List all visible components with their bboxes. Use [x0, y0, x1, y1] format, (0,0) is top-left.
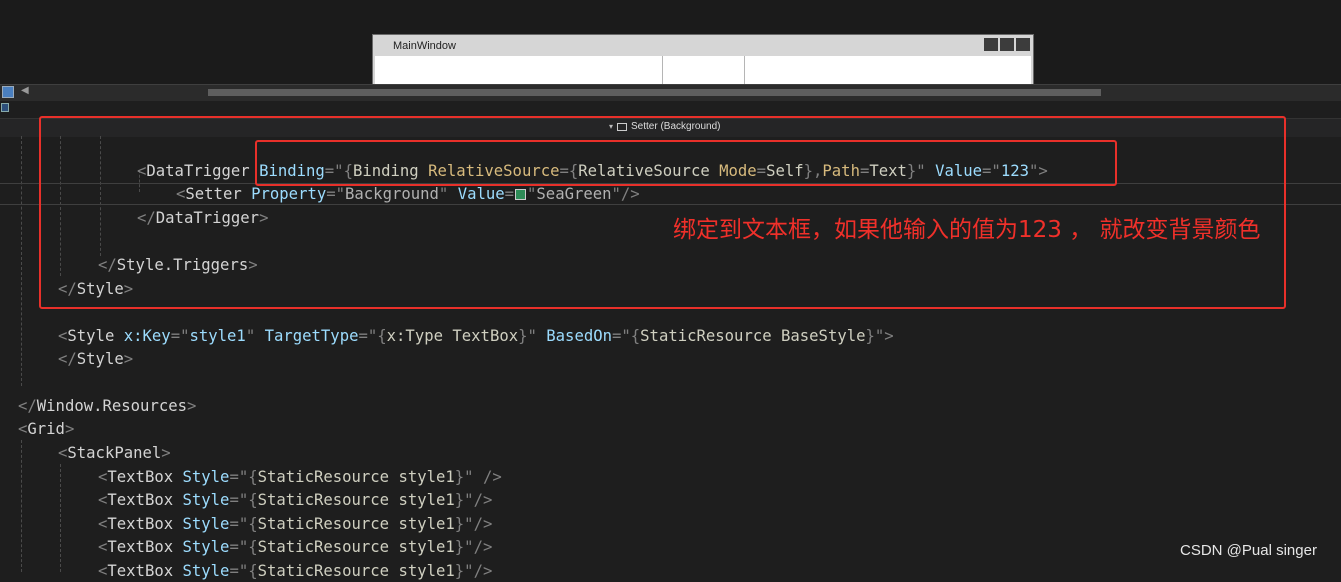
- annotation-note: 绑定到文本框，如果他输入的值为123 ， 就改变背景颜色: [673, 217, 1261, 243]
- textbox-divider: [744, 56, 745, 85]
- scrollbar-thumb[interactable]: [208, 89, 1101, 96]
- code-line[interactable]: <Style x:Key="style1" TargetType="{x:Typ…: [58, 325, 894, 347]
- indent-guide: [21, 136, 22, 386]
- indent-guide: [60, 464, 61, 572]
- designer-window-preview[interactable]: MainWindow: [372, 34, 1034, 85]
- code-line[interactable]: <TextBox Style="{StaticResource style1}"…: [98, 560, 492, 582]
- code-line[interactable]: <TextBox Style="{StaticResource style1}"…: [98, 513, 492, 535]
- window-client-area[interactable]: [375, 56, 1031, 85]
- minimize-icon: [984, 38, 998, 51]
- code-line[interactable]: </Window.Resources>: [18, 395, 196, 417]
- highlight-box-binding: [255, 140, 1117, 186]
- designer-horizontal-scrollbar[interactable]: ◀: [0, 84, 1341, 101]
- code-line[interactable]: <StackPanel>: [58, 442, 171, 464]
- code-line[interactable]: <TextBox Style="{StaticResource style1}"…: [98, 466, 502, 488]
- close-icon: [1016, 38, 1030, 51]
- watermark: CSDN @Pual singer: [1180, 542, 1317, 559]
- code-line[interactable]: </Style>: [58, 348, 133, 370]
- swap-panes-button[interactable]: [0, 101, 10, 115]
- window-caption-buttons: [984, 38, 1030, 51]
- split-view-icon[interactable]: [2, 86, 14, 98]
- window-title: MainWindow: [393, 40, 456, 52]
- indent-guide: [21, 440, 22, 572]
- maximize-icon: [1000, 38, 1014, 51]
- code-line[interactable]: <Grid>: [18, 418, 74, 440]
- textbox-divider: [662, 56, 663, 85]
- code-line[interactable]: <TextBox Style="{StaticResource style1}"…: [98, 536, 492, 558]
- code-line[interactable]: <TextBox Style="{StaticResource style1}"…: [98, 489, 492, 511]
- scroll-left-arrow-icon[interactable]: ◀: [21, 85, 29, 96]
- swap-panes-icon: [1, 103, 9, 112]
- xaml-designer-surface[interactable]: MainWindow: [0, 0, 1341, 85]
